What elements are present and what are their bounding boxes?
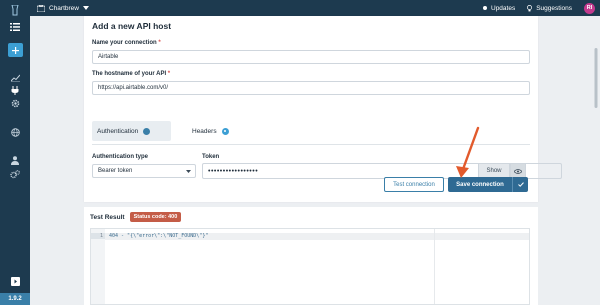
lightbulb-icon <box>527 4 533 11</box>
hostname-value: https://api.airtable.com/v0/ <box>98 85 169 91</box>
tab-active-dot-icon <box>143 127 151 135</box>
top-bar: Chartbrew Updates Suggestions RI <box>30 0 600 16</box>
avatar[interactable]: RI <box>584 2 595 14</box>
test-result-header: Test Result Status code: 400 <box>90 212 182 222</box>
chevron-down-icon <box>186 169 191 173</box>
connection-name-value: Airtable <box>98 54 119 60</box>
headers-count-icon <box>221 127 229 135</box>
checkmark-icon <box>512 177 528 192</box>
test-connection-button[interactable]: Test connection <box>384 177 444 192</box>
line-number: 1 <box>91 233 105 239</box>
auth-type-label: Authentication type <box>92 154 149 160</box>
suggestions-label: Suggestions <box>536 4 572 12</box>
required-mark: * <box>167 71 171 77</box>
sidebar-item-public[interactable] <box>0 127 30 137</box>
required-mark: * <box>158 40 161 46</box>
sidebar-item-team[interactable] <box>0 155 30 165</box>
gear-icon <box>11 99 19 107</box>
suggestions-link[interactable]: Suggestions <box>527 5 572 12</box>
host-label: The hostname of your API * <box>92 71 170 77</box>
updates-dot-icon <box>483 6 487 10</box>
chartbrew-logo-icon <box>11 4 19 15</box>
editor-gutter <box>91 229 105 304</box>
auth-type-value: Bearer token <box>98 168 133 174</box>
test-result-label: Test Result <box>90 213 125 221</box>
save-connection-label: Save connection <box>456 181 504 188</box>
team-name: Chartbrew <box>49 4 79 12</box>
page-scrollbar[interactable] <box>594 18 598 218</box>
list-menu-icon <box>10 23 20 31</box>
caret-down-icon <box>82 6 89 10</box>
user-icon <box>11 155 19 165</box>
status-badge: Status code: 400 <box>129 212 182 222</box>
token-label: Token <box>202 154 220 160</box>
test-result-panel: Test Result Status code: 400 1 404 - "{\… <box>84 207 538 305</box>
sidebar-item-settings[interactable] <box>0 98 30 108</box>
plus-icon <box>12 46 19 54</box>
name-label-text: Name your connection <box>92 40 157 46</box>
globe-icon <box>10 127 20 137</box>
eye-icon <box>514 168 522 174</box>
auth-type-select[interactable]: Bearer token <box>92 164 196 178</box>
chart-line-icon <box>10 74 20 82</box>
team-selector[interactable]: Chartbrew <box>37 4 89 12</box>
result-code-editor[interactable]: 1 404 - "{\"error\":\"NOT_FOUND\"}" <box>90 228 530 305</box>
gears-icon <box>10 169 20 178</box>
add-button[interactable] <box>8 43 23 57</box>
app-logo[interactable] <box>0 3 30 17</box>
menu-toggle[interactable] <box>0 21 30 33</box>
version-badge: 1.9.2 <box>0 293 30 305</box>
expand-icon <box>10 276 20 286</box>
sidebar: 1.9.2 <box>0 0 30 305</box>
tab-authentication-label: Authentication <box>97 127 139 135</box>
print-margin <box>434 229 435 304</box>
annotation-arrow-icon <box>456 126 480 178</box>
host-label-text: The hostname of your API <box>92 71 167 77</box>
tab-headers[interactable]: Headers <box>192 121 229 141</box>
tab-authentication[interactable]: Authentication <box>92 121 171 141</box>
updates-link[interactable]: Updates <box>483 5 515 12</box>
sidebar-item-connections[interactable] <box>0 85 30 95</box>
updates-label: Updates <box>491 4 516 12</box>
connection-name-input[interactable]: Airtable <box>92 50 530 64</box>
result-code: 404 - "{\"error\":\"NOT_FOUND\"}" <box>109 233 209 239</box>
token-value: ••••••••••••••••• <box>208 167 259 175</box>
collapse-sidebar-button[interactable] <box>0 275 30 287</box>
tab-headers-label: Headers <box>192 127 217 135</box>
hostname-input[interactable]: https://api.airtable.com/v0/ <box>92 81 530 95</box>
sidebar-item-dashboard[interactable] <box>0 73 30 83</box>
plug-icon <box>11 85 19 95</box>
sidebar-item-team-settings[interactable] <box>0 169 30 179</box>
team-icon <box>37 4 45 12</box>
name-label: Name your connection * <box>92 40 161 46</box>
form-title: Add a new API host <box>92 21 172 31</box>
